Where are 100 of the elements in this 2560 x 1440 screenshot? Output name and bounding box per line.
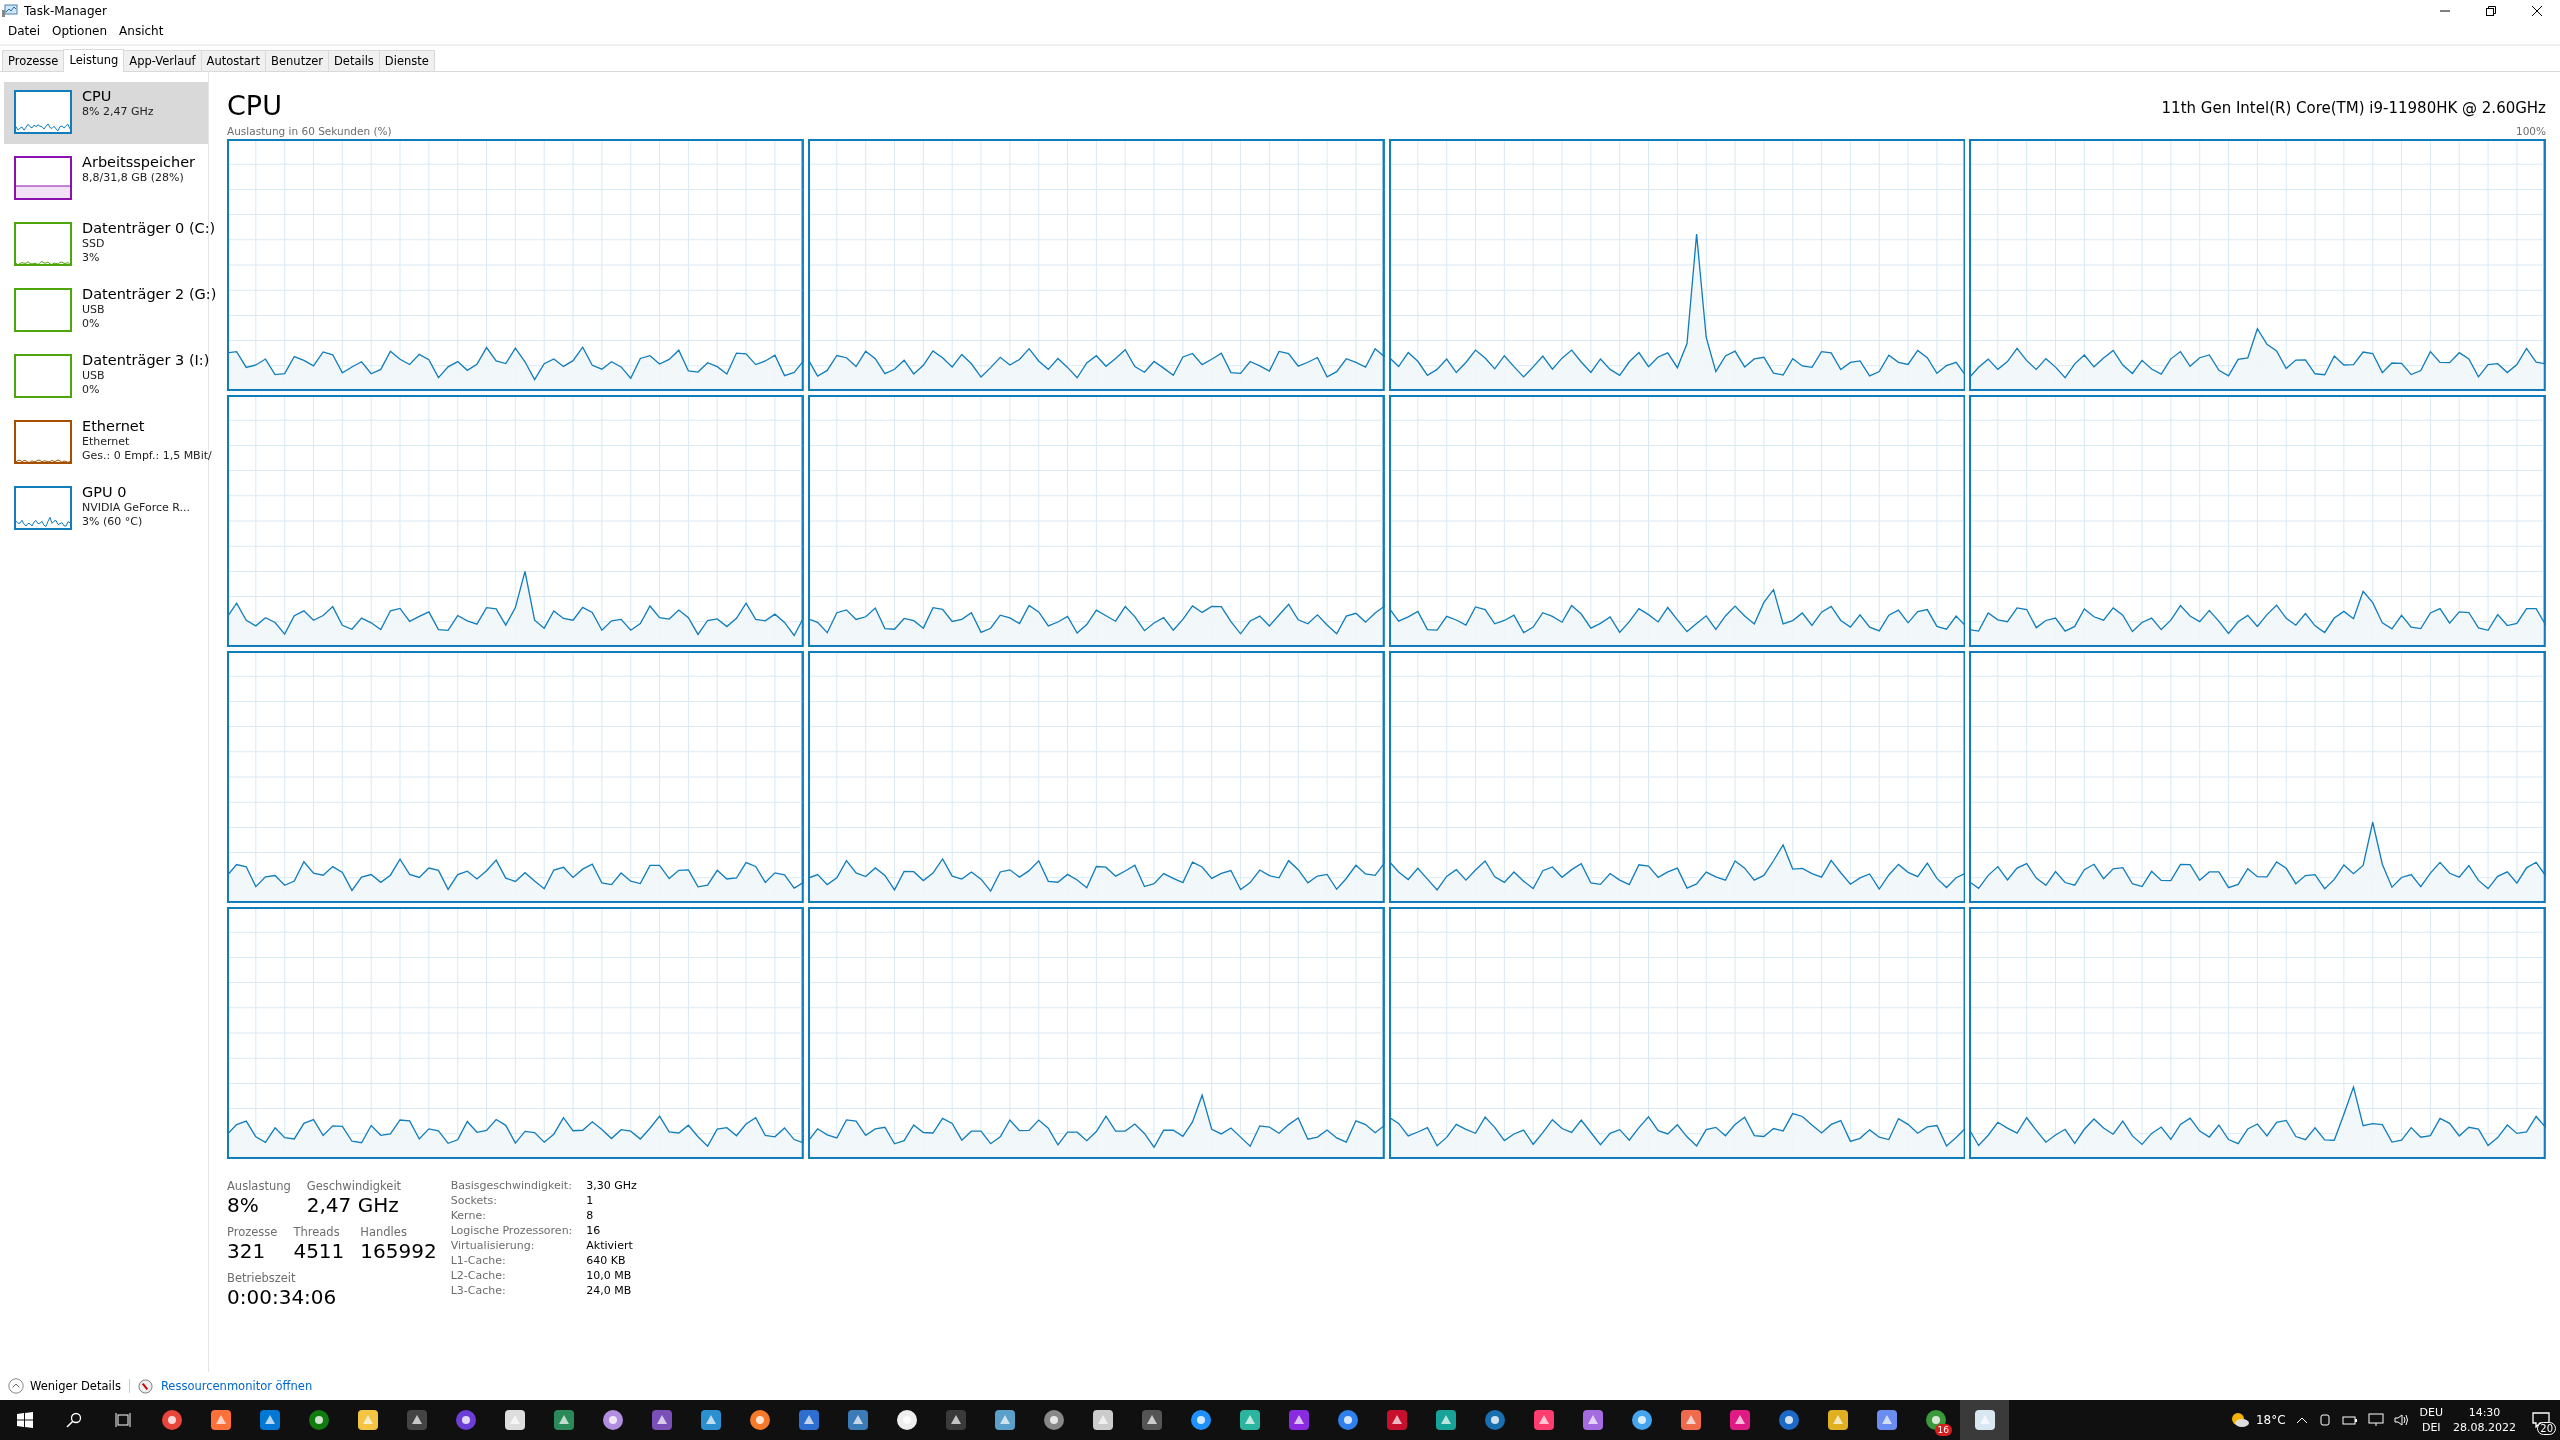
volume-icon[interactable] — [2393, 1413, 2410, 1427]
tab[interactable]: Leistung — [63, 49, 125, 72]
chevron-up-icon[interactable] — [2295, 1416, 2308, 1424]
app-icon[interactable] — [1875, 1409, 1898, 1431]
detail-label: L2-Cache: — [450, 1269, 507, 1282]
app-icon[interactable] — [699, 1409, 722, 1431]
sidebar-item-title: CPU — [82, 88, 113, 105]
app-icon[interactable] — [650, 1409, 673, 1431]
sidebar-item-detail: 0% — [82, 383, 101, 397]
sidebar-item-title: Datenträger 3 (I:) — [82, 352, 210, 369]
stat-value: 8% — [227, 1193, 260, 1217]
app-icon[interactable] — [307, 1409, 330, 1431]
detail-label: Basisgeschwindigkeit: — [450, 1179, 573, 1192]
start-icon[interactable] — [16, 1412, 33, 1428]
app-icon[interactable] — [1826, 1409, 1849, 1431]
app-icon[interactable] — [601, 1409, 624, 1431]
tab[interactable]: Details — [328, 50, 380, 71]
notification-count: 20 — [2537, 1422, 2556, 1435]
detail-label: Logische Prozessoren: — [450, 1224, 573, 1237]
network-icon[interactable] — [2367, 1413, 2384, 1427]
sidebar-item[interactable]: Datenträger 3 (I:) USB 0% — [4, 346, 208, 408]
tab[interactable]: Autostart — [200, 50, 267, 71]
app-icon[interactable] — [503, 1409, 526, 1431]
app-icon[interactable] — [1385, 1409, 1408, 1431]
sidebar-item[interactable]: Arbeitsspeicher 8,8/31,8 GB (28%) — [4, 148, 208, 210]
tab[interactable]: Prozesse — [2, 50, 65, 71]
chevron-up-icon — [8, 1378, 24, 1394]
sidebar-item-title: Arbeitsspeicher — [82, 154, 196, 171]
app-icon[interactable] — [1630, 1409, 1653, 1431]
language-indicator[interactable]: DEU DEI — [2419, 1405, 2443, 1435]
resource-monitor-link[interactable]: Ressourcenmonitor öffnen — [160, 1379, 313, 1393]
app-icon[interactable] — [1483, 1409, 1506, 1431]
detail-value: 10,0 MB — [586, 1269, 633, 1282]
sidebar-item-detail: 8,8/31,8 GB (28%) — [82, 171, 185, 185]
stat-label: Betriebszeit — [227, 1271, 297, 1285]
sidebar-item-title: Ethernet — [82, 418, 146, 435]
sidebar-item-detail: NVIDIA GeForce R... — [82, 501, 191, 515]
detail-value: 1 — [586, 1194, 595, 1207]
app-icon[interactable] — [1140, 1409, 1163, 1431]
restore-icon — [2486, 6, 2496, 16]
app-icon[interactable] — [1434, 1409, 1457, 1431]
detail-value: 3,30 GHz — [586, 1179, 637, 1192]
processor-name: 11th Gen Intel(R) Core(TM) i9-11980HK @ 2.60GHz — [2161, 99, 2546, 119]
detail-label: L1-Cache: — [450, 1254, 507, 1267]
menu-item[interactable]: Datei — [4, 24, 44, 42]
battery-icon[interactable] — [2341, 1414, 2358, 1426]
app-icon[interactable] — [1091, 1409, 1114, 1431]
app-icon[interactable] — [1042, 1409, 1065, 1431]
menu-item[interactable]: Optionen — [48, 24, 112, 42]
app-icon[interactable] — [552, 1409, 575, 1431]
app-icon[interactable] — [454, 1409, 477, 1431]
sidebar-item-detail: USB — [82, 369, 106, 383]
app-icon[interactable] — [1973, 1409, 1996, 1431]
weather-icon[interactable] — [2229, 1412, 2250, 1428]
sidebar-item-detail: Ges.: 0 Empf.: 1,5 MBit/ — [82, 449, 212, 463]
detail-value: 8 — [586, 1209, 595, 1222]
notification-badge: 16 — [1934, 1424, 1952, 1436]
app-icon[interactable] — [160, 1409, 183, 1431]
app-icon[interactable] — [1287, 1409, 1310, 1431]
stat-label: Geschwindigkeit — [306, 1179, 402, 1193]
stat-value: 165992 — [360, 1239, 437, 1263]
close-icon — [2532, 6, 2542, 16]
app-icon[interactable] — [1238, 1409, 1261, 1431]
stat-value: 0:00:34:06 — [227, 1285, 337, 1309]
app-icon[interactable] — [993, 1409, 1016, 1431]
tab[interactable]: Benutzer — [265, 50, 329, 71]
app-icon[interactable] — [1728, 1409, 1751, 1431]
search-icon[interactable] — [65, 1412, 82, 1428]
app-icon[interactable] — [356, 1409, 379, 1431]
detail-label: L3-Cache: — [450, 1284, 507, 1297]
page-title: CPU — [227, 90, 282, 121]
clock[interactable]: 14:30 28.08.2022 — [2453, 1405, 2516, 1435]
tab[interactable]: Dienste — [378, 50, 435, 71]
fewer-details-button[interactable]: Weniger Details — [8, 1378, 121, 1394]
app-icon[interactable] — [748, 1409, 771, 1431]
app-icon[interactable] — [944, 1409, 967, 1431]
app-icon[interactable] — [258, 1409, 281, 1431]
sidebar-item[interactable]: GPU 0 NVIDIA GeForce R... 3% (60 °C) — [4, 478, 208, 540]
app-icon[interactable] — [797, 1409, 820, 1431]
tray-icon[interactable] — [2317, 1413, 2332, 1427]
sidebar-item-detail: 3% — [82, 251, 101, 265]
app-icon — [2, 4, 18, 18]
task-view-icon[interactable] — [114, 1412, 131, 1428]
app-icon[interactable] — [1189, 1409, 1212, 1431]
app-icon[interactable] — [209, 1409, 232, 1431]
graph-caption: Auslastung in 60 Sekunden (%) — [227, 125, 392, 137]
app-icon[interactable] — [405, 1409, 428, 1431]
sidebar-item[interactable]: CPU 8% 2,47 GHz — [4, 82, 208, 144]
app-icon[interactable] — [1777, 1409, 1800, 1431]
app-icon[interactable] — [1581, 1409, 1604, 1431]
app-icon[interactable] — [1679, 1409, 1702, 1431]
graph-max-label: 100% — [2515, 125, 2546, 137]
menu-item[interactable]: Ansicht — [115, 24, 168, 42]
detail-label: Sockets: — [450, 1194, 498, 1207]
app-icon[interactable] — [1532, 1409, 1555, 1431]
tab[interactable]: App-Verlauf — [123, 50, 202, 71]
sidebar-item-detail: Ethernet — [82, 435, 131, 449]
app-icon[interactable] — [895, 1409, 918, 1431]
app-icon[interactable] — [1336, 1409, 1359, 1431]
app-icon[interactable] — [846, 1409, 869, 1431]
